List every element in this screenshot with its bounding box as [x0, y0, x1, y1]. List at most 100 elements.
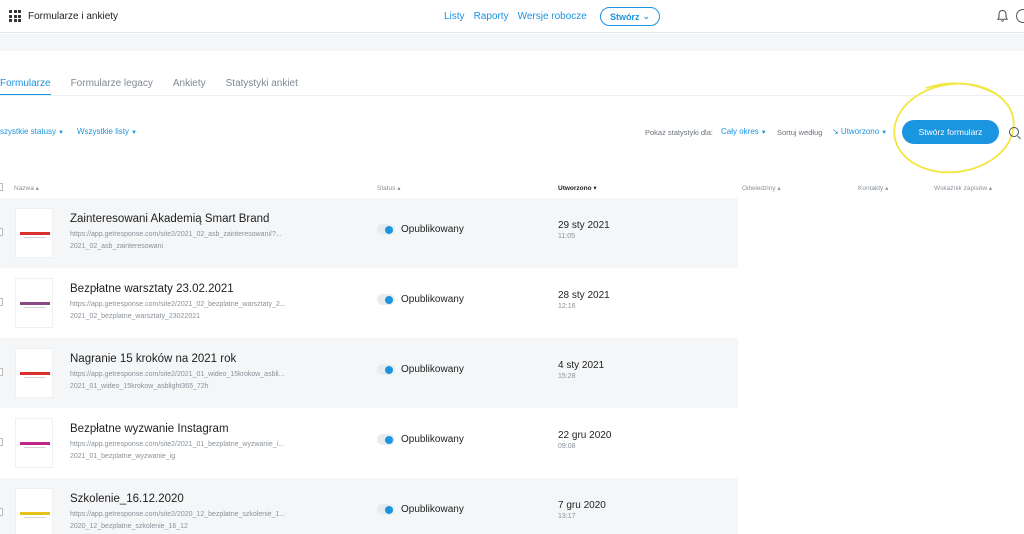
form-thumbnail[interactable] — [15, 348, 53, 398]
tab-surveys[interactable]: Ankiety — [173, 78, 206, 96]
select-all-checkbox[interactable] — [0, 183, 3, 191]
status-toggle[interactable] — [377, 434, 395, 445]
column-visits[interactable]: Odwiedziny ▴ — [742, 184, 781, 192]
form-slug: 2021_01_wideo_15krokow_asblight365_72h — [70, 383, 209, 390]
created-date: 28 sty 2021 — [558, 290, 610, 301]
tab-forms[interactable]: Formularze — [0, 78, 51, 96]
created-date: 22 gru 2020 — [558, 430, 612, 441]
form-title[interactable]: Zainteresowani Akademią Smart Brand — [70, 213, 269, 225]
thumbnail-line — [24, 377, 46, 378]
status-toggle[interactable] — [377, 294, 395, 305]
thumbnail-bar — [20, 372, 50, 375]
table-row[interactable]: Zainteresowani Akademią Smart Brand http… — [0, 198, 738, 268]
form-thumbnail[interactable] — [15, 278, 53, 328]
column-signup-rate[interactable]: Wskaźnik zapisów ▴ — [934, 184, 992, 192]
column-name[interactable]: Nazwa ▴ — [14, 184, 39, 192]
created-time: 12:16 — [558, 303, 576, 310]
form-thumbnail[interactable] — [15, 208, 53, 258]
thumbnail-bar — [20, 442, 50, 445]
form-slug: 2021_02_asb_zainteresowani — [70, 243, 164, 250]
tabs: Formularze Formularze legacy Ankiety Sta… — [0, 78, 318, 96]
caret-down-icon: ▼ — [131, 130, 137, 136]
bell-icon[interactable] — [996, 9, 1009, 23]
form-slug: 2020_12_bezplatne_szkolenie_16_12 — [70, 523, 188, 530]
app-title: Formularze i ankiety — [28, 11, 119, 22]
highlight-circle-annotation — [893, 82, 1015, 174]
row-checkbox[interactable] — [0, 298, 3, 306]
caret-down-icon: ▼ — [760, 130, 767, 136]
row-checkbox[interactable] — [0, 508, 3, 516]
form-url[interactable]: https://app.getresponse.com/site2/2021_0… — [70, 371, 284, 378]
form-thumbnail[interactable] — [15, 488, 53, 534]
column-created[interactable]: Utworzono ▾ — [558, 184, 597, 192]
stats-period-value: Cały okres — [721, 127, 759, 136]
form-title[interactable]: Bezpłatne warsztaty 23.02.2021 — [70, 283, 234, 295]
chevron-down-icon: ⌄ — [642, 11, 651, 21]
list-filter[interactable]: Wszystkie listy ▼ — [77, 127, 137, 136]
created-time: 09:08 — [558, 443, 576, 450]
form-url[interactable]: https://app.getresponse.com/site2/2021_0… — [70, 441, 284, 448]
nav-lists-link[interactable]: Listy — [444, 11, 465, 22]
created-time: 13:17 — [558, 513, 576, 520]
caret-down-icon: ▼ — [58, 130, 64, 136]
created-date: 7 gru 2020 — [558, 500, 606, 511]
thumbnail-bar — [20, 302, 50, 305]
status-label: Opublikowany — [401, 224, 464, 235]
list-filter-label: Wszystkie listy — [77, 127, 129, 136]
table-row[interactable]: Bezpłatne warsztaty 23.02.2021 https://a… — [0, 268, 738, 338]
create-label: Stwórz — [609, 11, 640, 22]
form-url[interactable]: https://app.getresponse.com/site2/2021_0… — [70, 231, 282, 238]
thumbnail-bar — [20, 232, 50, 235]
tabs-divider — [0, 95, 1024, 96]
status-dot — [385, 295, 393, 304]
profile-icon[interactable] — [1016, 9, 1024, 23]
row-checkbox[interactable] — [0, 438, 3, 446]
form-url[interactable]: https://app.getresponse.com/site2/2021_0… — [70, 301, 286, 308]
header-band — [0, 34, 1024, 51]
status-label: Opublikowany — [401, 364, 464, 375]
stats-period-select[interactable]: Cały okres ▼ — [721, 127, 767, 136]
table-row[interactable]: Szkolenie_16.12.2020 https://app.getresp… — [0, 478, 738, 534]
form-url[interactable]: https://app.getresponse.com/site2/2020_1… — [70, 511, 285, 518]
sort-value: ↘ Utworzono — [832, 127, 880, 136]
status-dot — [385, 225, 393, 234]
thumbnail-line — [24, 307, 46, 308]
form-slug: 2021_01_bezplatne_wyzwanie_ig — [70, 453, 176, 460]
status-filter[interactable]: szystkie statusy ▼ — [0, 127, 64, 136]
form-title[interactable]: Bezpłatne wyzwanie Instagram — [70, 423, 229, 435]
search-icon[interactable] — [1009, 127, 1019, 137]
status-toggle[interactable] — [377, 364, 395, 375]
table-row[interactable]: Bezpłatne wyzwanie Instagram https://app… — [0, 408, 738, 478]
column-status[interactable]: Status ▴ — [377, 184, 401, 192]
form-thumbnail[interactable] — [15, 418, 53, 468]
status-toggle[interactable] — [377, 224, 395, 235]
form-slug: 2021_02_bezplatne_warsztaty_23022021 — [70, 313, 200, 320]
row-checkbox[interactable] — [0, 228, 3, 236]
nav-reports-link[interactable]: Raporty — [474, 11, 509, 22]
created-date: 29 sty 2021 — [558, 220, 610, 231]
thumbnail-line — [24, 517, 46, 518]
top-nav: Listy Raporty Wersje robocze — [444, 11, 587, 22]
thumbnail-line — [24, 237, 46, 238]
tab-forms-legacy[interactable]: Formularze legacy — [71, 78, 153, 96]
nav-drafts-link[interactable]: Wersje robocze — [518, 11, 587, 22]
tab-survey-stats[interactable]: Statystyki ankiet — [226, 78, 298, 96]
row-checkbox[interactable] — [0, 368, 3, 376]
status-label: Opublikowany — [401, 294, 464, 305]
sort-select[interactable]: ↘ Utworzono ▼ — [832, 127, 887, 136]
form-title[interactable]: Nagranie 15 kroków na 2021 rok — [70, 353, 236, 365]
top-bar: Formularze i ankiety Listy Raporty Wersj… — [0, 0, 1024, 33]
thumbnail-bar — [20, 512, 50, 515]
column-contacts[interactable]: Kontakty ▴ — [858, 184, 888, 192]
form-title[interactable]: Szkolenie_16.12.2020 — [70, 493, 184, 505]
status-dot — [385, 505, 393, 514]
sort-label: Sortuj według — [777, 128, 823, 137]
table-row[interactable]: Nagranie 15 kroków na 2021 rok https://a… — [0, 338, 738, 408]
status-filter-label: szystkie statusy — [0, 127, 57, 136]
apps-grid-icon[interactable] — [9, 10, 21, 22]
status-toggle[interactable] — [377, 504, 395, 515]
created-time: 11:05 — [558, 233, 575, 240]
status-label: Opublikowany — [401, 434, 464, 445]
status-label: Opublikowany — [401, 504, 464, 515]
create-dropdown-button[interactable]: Stwórz ⌄ — [600, 7, 660, 26]
